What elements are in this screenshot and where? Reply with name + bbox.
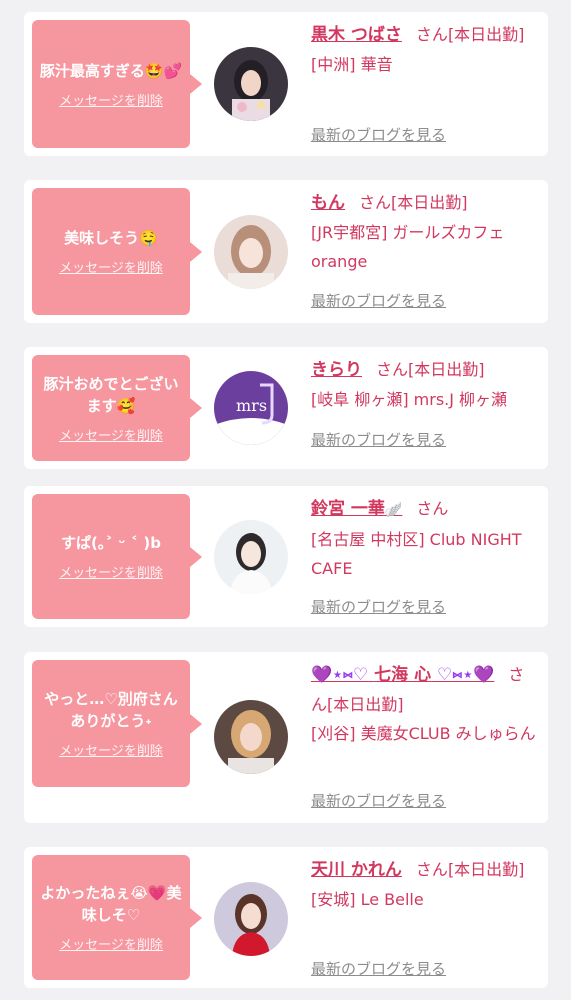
- avatar[interactable]: [214, 700, 288, 774]
- mrs-j-shop-logo-icon: mrs: [214, 371, 288, 445]
- avatar[interactable]: [214, 47, 288, 121]
- favorite-card: すぱ(｡˃ ᵕ ˂ )b メッセージを削除 鈴宮 一華🪽 さん [名古屋 中村区]…: [24, 486, 548, 627]
- cast-info: 黒木 つばさ さん[本日出勤] [中洲] 華音: [311, 20, 539, 79]
- message-text: すぱ(｡˃ ᵕ ˂ )b: [61, 534, 161, 552]
- cast-name-link[interactable]: 💜⋆⑅♡ 七海 心 ♡⑅⋆💜: [311, 665, 494, 685]
- message-bubble: すぱ(｡˃ ᵕ ˂ )b メッセージを削除: [32, 494, 202, 619]
- message-bubble: 豚汁最高すぎる🤩💕 メッセージを削除: [32, 20, 202, 148]
- cast-name-link[interactable]: もん: [311, 193, 345, 213]
- name-suffix-decoration: ♡⑅⋆💜: [437, 665, 495, 685]
- cast-info: もん さん[本日出勤] [JR宇都宮] ガールズカフェ orange: [311, 188, 539, 276]
- latest-blog-link[interactable]: 最新のブログを見る: [311, 958, 446, 979]
- shop-name: [名古屋 中村区] Club NIGHT CAFE: [311, 530, 522, 578]
- woman-blonde-photo-icon: [214, 700, 288, 774]
- honorific: さん: [415, 860, 448, 879]
- shop-name: [JR宇都宮] ガールズカフェ orange: [311, 223, 505, 271]
- status-today: [本日出勤]: [391, 193, 468, 212]
- favorite-card: 豚汁最高すぎる🤩💕 メッセージを削除 黒木 つばさ さん[本日出勤] [中洲] 華…: [24, 12, 548, 156]
- delete-message-link[interactable]: メッセージを削除: [59, 562, 163, 581]
- cast-name-link[interactable]: きらり: [311, 360, 362, 380]
- name-prefix-decoration: 💜⋆⑅♡: [311, 665, 369, 685]
- status-today: [本日出勤]: [408, 360, 485, 379]
- message-bubble: やっと…♡別府さんありがとう˖ メッセージを削除: [32, 660, 202, 787]
- message-text: やっと…♡別府さんありがとう˖: [44, 690, 178, 730]
- logo-text: mrs: [236, 396, 267, 415]
- delete-message-link[interactable]: メッセージを削除: [59, 934, 163, 953]
- message-text: 豚汁最高すぎる🤩💕: [39, 61, 183, 80]
- message-text: 豚汁おめでとございます🥰: [43, 374, 179, 415]
- avatar[interactable]: [214, 520, 288, 594]
- cast-name-text: 鈴宮 一華: [311, 499, 385, 519]
- favorite-card: よかったねぇ😭💗美味しそ♡ メッセージを削除 天川 かれん さん[本日出勤] [安…: [24, 847, 548, 988]
- latest-blog-link[interactable]: 最新のブログを見る: [311, 790, 446, 811]
- woman-in-kimono-photo-icon: [214, 47, 288, 121]
- shop-name: [岐阜 柳ヶ瀬] mrs.J 柳ヶ瀬: [311, 390, 508, 409]
- delete-message-link[interactable]: メッセージを削除: [59, 90, 163, 109]
- message-text: 美味しそう🤤: [64, 229, 158, 247]
- favorite-card: 豚汁おめでとございます🥰 メッセージを削除 mrs きらり さん[本日出勤] [岐…: [24, 347, 548, 469]
- delete-message-link[interactable]: メッセージを削除: [59, 425, 163, 444]
- shop-name: [刈谷] 美魔女CLUB みしゅらん: [311, 724, 536, 743]
- cast-name-text: 七海 心: [374, 665, 432, 685]
- delete-message-link[interactable]: メッセージを削除: [59, 740, 163, 759]
- latest-blog-link[interactable]: 最新のブログを見る: [311, 124, 446, 145]
- latest-blog-link[interactable]: 最新のブログを見る: [311, 429, 446, 450]
- cast-info: 💜⋆⑅♡ 七海 心 ♡⑅⋆💜 さん[本日出勤] [刈谷] 美魔女CLUB みしゅら…: [311, 660, 539, 748]
- cast-name-link[interactable]: 黒木 つばさ: [311, 25, 402, 45]
- message-bubble: 美味しそう🤤 メッセージを削除: [32, 188, 202, 315]
- cast-info: 鈴宮 一華🪽 さん [名古屋 中村区] Club NIGHT CAFE: [311, 494, 539, 583]
- status-today: [本日出勤]: [447, 25, 525, 44]
- message-bubble: よかったねぇ😭💗美味しそ♡ メッセージを削除: [32, 855, 202, 980]
- favorite-card: やっと…♡別府さんありがとう˖ メッセージを削除 💜⋆⑅♡ 七海 心 ♡⑅⋆💜 さ…: [24, 652, 548, 823]
- message-bubble: 豚汁おめでとございます🥰 メッセージを削除: [32, 355, 202, 461]
- honorific: さん: [359, 193, 392, 212]
- cast-name-link[interactable]: 鈴宮 一華🪽: [311, 499, 402, 519]
- woman-portrait-photo-icon: [214, 215, 288, 289]
- status-today: [本日出勤]: [447, 860, 525, 879]
- woman-white-dress-photo-icon: [214, 520, 288, 594]
- woman-red-dress-photo-icon: [214, 882, 288, 956]
- honorific: さん: [376, 360, 409, 379]
- latest-blog-link[interactable]: 最新のブログを見る: [311, 290, 446, 311]
- message-text: よかったねぇ😭💗美味しそ♡: [40, 884, 182, 924]
- avatar[interactable]: [214, 215, 288, 289]
- cast-name-link[interactable]: 天川 かれん: [311, 860, 402, 880]
- feather-icon: 🪽: [384, 502, 403, 518]
- cast-info: きらり さん[本日出勤] [岐阜 柳ヶ瀬] mrs.J 柳ヶ瀬: [311, 355, 539, 414]
- latest-blog-link[interactable]: 最新のブログを見る: [311, 596, 446, 617]
- shop-name: [中洲] 華音: [311, 55, 393, 74]
- avatar[interactable]: mrs: [214, 371, 288, 445]
- status-today: [本日出勤]: [327, 695, 404, 714]
- honorific: さん: [416, 499, 449, 518]
- shop-name: [安城] Le Belle: [311, 890, 424, 909]
- favorite-card: 美味しそう🤤 メッセージを削除 もん さん[本日出勤] [JR宇都宮] ガールズカ…: [24, 180, 548, 323]
- avatar[interactable]: [214, 882, 288, 956]
- cast-info: 天川 かれん さん[本日出勤] [安城] Le Belle: [311, 855, 539, 914]
- honorific: さん: [415, 25, 448, 44]
- delete-message-link[interactable]: メッセージを削除: [59, 257, 163, 276]
